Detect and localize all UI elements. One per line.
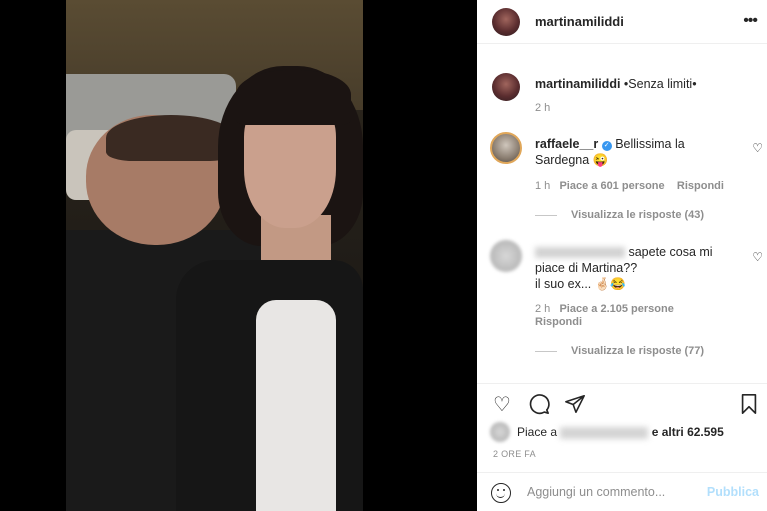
- post-timestamp: 2 ORE FA: [493, 449, 536, 459]
- emoji: 😜: [592, 153, 609, 167]
- emoji-smiley-icon[interactable]: [491, 483, 511, 503]
- comment-1-username[interactable]: raffaele__r: [535, 137, 598, 151]
- likes-summary: Piace a e altri 62.595: [477, 420, 767, 444]
- caption: martinamiliddi •Senza limiti•: [535, 76, 697, 92]
- comments-section: martinamiliddi •Senza limiti• 2 h raffae…: [477, 45, 767, 375]
- add-comment-bar: Pubblica: [477, 472, 767, 511]
- post-header: martinamiliddi •••: [477, 0, 767, 44]
- verified-badge-icon: ✓: [601, 141, 612, 151]
- author-avatar[interactable]: [492, 8, 520, 36]
- photo-woman-top: [256, 300, 336, 511]
- like-heart-icon[interactable]: ♡: [490, 392, 514, 416]
- comment-1-likes[interactable]: Piace a 601 persone: [559, 180, 664, 192]
- caption-text: •Senza limiti•: [623, 77, 697, 91]
- post-side-panel: martinamiliddi ••• martinamiliddi •Senza…: [477, 0, 767, 511]
- post-photo[interactable]: [66, 0, 363, 511]
- photo-woman-bangs: [236, 70, 351, 125]
- photo-man-hair: [106, 115, 236, 161]
- comment-like-heart-icon[interactable]: ♡: [752, 141, 763, 155]
- comment-bubble-icon[interactable]: [527, 392, 551, 416]
- comment-1-text: raffaele__r ✓ Bellissima la Sardegna 😜: [535, 137, 685, 167]
- comment-1-reply-button[interactable]: Rispondi: [677, 180, 724, 192]
- comment-2-likes[interactable]: Piace a 2.105 persone: [559, 303, 673, 315]
- caption-time: 2 h: [535, 102, 551, 114]
- comment-input[interactable]: [527, 485, 697, 499]
- comment-2-reply-button[interactable]: Rispondi: [535, 316, 582, 328]
- comment-like-heart-icon[interactable]: ♡: [752, 250, 763, 264]
- comment-1-meta: 1 h Piace a 601 persone Rispondi: [535, 180, 724, 192]
- liker-avatar[interactable]: [490, 422, 510, 442]
- comment-2-text: sapete cosa mi piace di Martina?? il suo…: [535, 245, 713, 291]
- more-horizontal-icon[interactable]: •••: [743, 12, 758, 30]
- emoji: 🤞🏻😂: [594, 277, 626, 291]
- comment-1-view-replies[interactable]: Visualizza le risposte (43): [535, 209, 704, 221]
- blurred-username[interactable]: [535, 247, 625, 259]
- share-paper-plane-icon[interactable]: [563, 392, 587, 416]
- bookmark-icon[interactable]: [737, 392, 761, 416]
- blurred-liker-name[interactable]: [560, 426, 649, 439]
- likes-count[interactable]: e altri 62.595: [652, 425, 724, 439]
- post-media-pane: [0, 0, 477, 511]
- caption-avatar[interactable]: [492, 73, 520, 101]
- publish-button[interactable]: Pubblica: [707, 485, 759, 499]
- caption-username[interactable]: martinamiliddi: [535, 77, 620, 91]
- comment-avatar[interactable]: [490, 132, 522, 164]
- comment-avatar-blurred[interactable]: [490, 240, 522, 272]
- post-actions: ♡: [477, 383, 767, 423]
- comment-2-view-replies[interactable]: Visualizza le risposte (77): [535, 345, 704, 357]
- comment-2-meta: 2 h Piace a 2.105 persone Rispondi: [535, 303, 674, 328]
- likes-summary-text: Piace a e altri 62.595: [517, 425, 724, 439]
- author-username[interactable]: martinamiliddi: [535, 14, 624, 29]
